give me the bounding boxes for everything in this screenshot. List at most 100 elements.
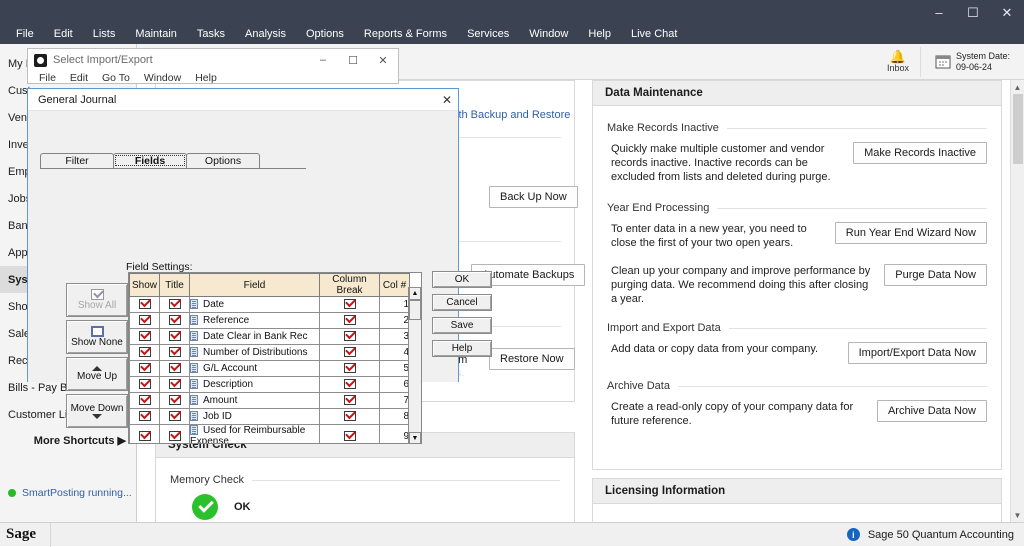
tab-filter[interactable]: Filter <box>40 153 114 168</box>
col-header-col-num[interactable]: Col # <box>379 273 410 297</box>
maximize-icon[interactable]: ☐ <box>956 0 990 24</box>
grid-scroll-up-icon[interactable]: ▲ <box>409 287 421 300</box>
checkbox-checked-icon[interactable] <box>138 395 151 406</box>
table-row[interactable]: Amount 7 <box>129 392 410 409</box>
grid-scrollbar-thumb[interactable] <box>409 300 421 320</box>
table-row[interactable]: Number of Distributions 4 <box>129 344 410 361</box>
cell-field[interactable]: Date Clear in Bank Rec <box>189 328 320 345</box>
menu-item-lists[interactable]: Lists <box>83 28 126 40</box>
table-row[interactable]: Date Clear in Bank Rec 3 <box>129 328 410 345</box>
import-export-data-now-button[interactable]: Import/Export Data Now <box>847 342 987 364</box>
purge-data-now-button[interactable]: Purge Data Now <box>884 264 987 286</box>
cell-show[interactable] <box>129 392 160 409</box>
archive-data-now-button[interactable]: Archive Data Now <box>876 400 987 422</box>
cell-field[interactable]: Reference <box>189 312 320 329</box>
ok-button[interactable]: OK <box>432 271 492 288</box>
cell-show[interactable] <box>129 376 160 393</box>
checkbox-checked-icon[interactable] <box>343 315 356 326</box>
cell-title[interactable] <box>159 408 190 425</box>
checkbox-checked-icon[interactable] <box>138 315 151 326</box>
checkbox-checked-icon[interactable] <box>343 379 356 390</box>
table-row[interactable]: G/L Account 5 <box>129 360 410 377</box>
cell-column-break[interactable] <box>319 312 380 329</box>
menu-item-maintain[interactable]: Maintain <box>125 28 187 40</box>
tab-options[interactable]: Options <box>186 153 260 168</box>
checkbox-checked-icon[interactable] <box>343 395 356 406</box>
menu-item-edit[interactable]: Edit <box>44 28 83 40</box>
checkbox-checked-icon[interactable] <box>168 411 181 422</box>
cancel-button[interactable]: Cancel <box>432 294 492 311</box>
cell-title[interactable] <box>159 376 190 393</box>
table-row[interactable]: Used for Reimbursable Expense 9 <box>129 424 410 443</box>
menu-item-tasks[interactable]: Tasks <box>187 28 235 40</box>
checkbox-checked-icon[interactable] <box>168 299 181 310</box>
checkbox-checked-icon[interactable] <box>138 299 151 310</box>
content-scrollbar[interactable]: ▲ ▼ <box>1010 80 1024 522</box>
cell-field[interactable]: G/L Account <box>189 360 320 377</box>
cell-show[interactable] <box>129 296 160 313</box>
tab-fields[interactable]: Fields <box>113 153 187 168</box>
grid-scroll-down-icon[interactable]: ▼ <box>409 432 421 443</box>
checkbox-checked-icon[interactable] <box>138 347 151 358</box>
make-records-inactive-button[interactable]: Make Records Inactive <box>853 142 987 164</box>
checkbox-checked-icon[interactable] <box>138 411 151 422</box>
menu-item-analysis[interactable]: Analysis <box>235 28 296 40</box>
cell-show[interactable] <box>129 312 160 329</box>
scrollbar-thumb[interactable] <box>1013 94 1023 164</box>
checkbox-checked-icon[interactable] <box>343 331 356 342</box>
sie-menu-window[interactable]: Window <box>137 72 188 84</box>
cell-column-break[interactable] <box>319 408 380 425</box>
system-date-display[interactable]: System Date: 09-06-24 <box>919 46 1010 77</box>
cell-title[interactable] <box>159 312 190 329</box>
checkbox-checked-icon[interactable] <box>138 430 151 441</box>
menu-item-live-chat[interactable]: Live Chat <box>621 28 687 40</box>
checkbox-checked-icon[interactable] <box>138 363 151 374</box>
move-down-button[interactable]: Move Down <box>66 394 128 428</box>
sie-menu-help[interactable]: Help <box>188 72 224 84</box>
table-row[interactable]: Date 1 <box>129 296 410 313</box>
select-import-export-maximize-icon[interactable]: ☐ <box>338 49 368 71</box>
cell-show[interactable] <box>129 424 160 443</box>
menu-item-window[interactable]: Window <box>519 28 578 40</box>
cell-title[interactable] <box>159 344 190 361</box>
col-header-field[interactable]: Field <box>189 273 320 297</box>
checkbox-checked-icon[interactable] <box>343 347 356 358</box>
scroll-up-icon[interactable]: ▲ <box>1011 80 1024 94</box>
restore-now-button[interactable]: Restore Now <box>489 348 575 370</box>
cell-title[interactable] <box>159 328 190 345</box>
show-all-button[interactable]: Show All <box>66 283 128 317</box>
inbox-button[interactable]: 🔔 Inbox <box>876 44 920 80</box>
checkbox-checked-icon[interactable] <box>138 379 151 390</box>
move-up-button[interactable]: Move Up <box>66 357 128 391</box>
cell-title[interactable] <box>159 296 190 313</box>
cell-title[interactable] <box>159 360 190 377</box>
checkbox-checked-icon[interactable] <box>168 331 181 342</box>
cell-field[interactable]: Date <box>189 296 320 313</box>
menu-item-file[interactable]: File <box>6 28 44 40</box>
checkbox-checked-icon[interactable] <box>168 430 181 441</box>
checkbox-checked-icon[interactable] <box>343 411 356 422</box>
cell-column-break[interactable] <box>319 328 380 345</box>
cell-column-break[interactable] <box>319 296 380 313</box>
grid-scrollbar[interactable]: ▲ ▼ <box>408 287 421 443</box>
cell-show[interactable] <box>129 328 160 345</box>
checkbox-checked-icon[interactable] <box>343 363 356 374</box>
menu-item-reports-and-forms[interactable]: Reports & Forms <box>354 28 457 40</box>
cell-field[interactable]: Used for Reimbursable Expense <box>189 424 320 443</box>
menu-item-options[interactable]: Options <box>296 28 354 40</box>
cell-title[interactable] <box>159 392 190 409</box>
select-import-export-minimize-icon[interactable]: – <box>308 49 338 71</box>
table-row[interactable]: Job ID 8 <box>129 408 410 425</box>
cell-show[interactable] <box>129 360 160 377</box>
sie-menu-edit[interactable]: Edit <box>63 72 95 84</box>
cell-show[interactable] <box>129 344 160 361</box>
checkbox-checked-icon[interactable] <box>138 331 151 342</box>
table-row[interactable]: Description 6 <box>129 376 410 393</box>
cell-field[interactable]: Job ID <box>189 408 320 425</box>
sie-menu-file[interactable]: File <box>32 72 63 84</box>
col-header-column-break[interactable]: Column Break <box>319 273 380 297</box>
cell-column-break[interactable] <box>319 376 380 393</box>
minimize-icon[interactable]: – <box>922 0 956 24</box>
menu-item-services[interactable]: Services <box>457 28 519 40</box>
checkbox-checked-icon[interactable] <box>168 347 181 358</box>
